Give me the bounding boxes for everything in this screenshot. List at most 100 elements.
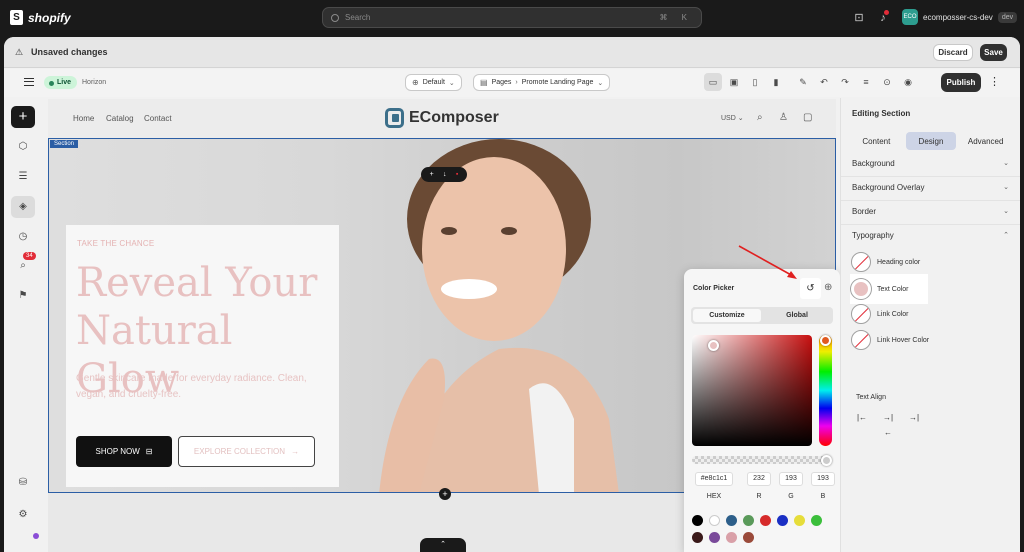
add-color-icon[interactable]: ⊕ bbox=[824, 282, 832, 293]
add-icon[interactable]: + bbox=[430, 171, 434, 178]
link-color-control[interactable]: Link Color bbox=[851, 304, 909, 324]
settings-sliders-icon[interactable]: ≡ bbox=[857, 73, 875, 91]
search-input[interactable]: Search ⌘ K bbox=[322, 7, 702, 28]
storefront-icon[interactable]: ⊡ bbox=[852, 11, 866, 25]
store-avatar: ECO bbox=[902, 9, 918, 25]
color-swatch-0[interactable] bbox=[692, 515, 703, 526]
view-toolgroup: ▭ ▣ ▯ ▮ ✎ ↶ ↷ ≡ ⊙ ◉ bbox=[704, 73, 917, 91]
delete-icon[interactable]: ▪ bbox=[456, 171, 458, 178]
shopify-logo[interactable]: S shopify bbox=[10, 10, 71, 25]
gear-icon[interactable]: ⚙ bbox=[11, 504, 35, 526]
page-select[interactable]: ▤ Pages › Promote Landing Page ⌄ bbox=[473, 74, 611, 91]
heading-color-control[interactable]: Heading color bbox=[851, 252, 920, 272]
hero-subline[interactable]: Gentle skincare made for everyday radian… bbox=[76, 371, 316, 403]
hero-model-image bbox=[379, 139, 619, 492]
unsaved-changes-bar: ⚠ Unsaved changes Discard Save bbox=[4, 37, 1020, 68]
inspect-icon[interactable]: ⊙ bbox=[878, 73, 896, 91]
tab-customize[interactable]: Customize bbox=[693, 309, 761, 322]
hero-eyebrow[interactable]: TAKE THE CHANCE bbox=[77, 239, 154, 248]
sections-icon[interactable]: ☰ bbox=[11, 166, 35, 188]
hero-text-card[interactable]: TAKE THE CHANCE Reveal Your Natural Glow… bbox=[66, 225, 339, 487]
elements-icon[interactable]: ⬡ bbox=[11, 136, 35, 158]
accordion-background-overlay[interactable]: Background Overlay ⌄ bbox=[841, 177, 1020, 201]
desktop-view-icon[interactable]: ▭ bbox=[704, 73, 722, 91]
red-input[interactable]: 232 bbox=[747, 472, 771, 486]
currency-select[interactable]: USD ⌄ bbox=[721, 114, 744, 122]
database-icon[interactable]: ⛁ bbox=[11, 472, 35, 494]
tab-global[interactable]: Global bbox=[763, 309, 831, 322]
hex-input[interactable]: #e8c1c1 bbox=[695, 472, 733, 486]
color-swatch-11[interactable] bbox=[743, 532, 754, 543]
store-switcher[interactable]: ECO ecomposser-cs-dev dev bbox=[902, 9, 1018, 25]
section-tag[interactable]: Section bbox=[50, 140, 79, 148]
text-color-control[interactable]: Text Color bbox=[851, 279, 909, 299]
color-swatch-6[interactable] bbox=[794, 515, 805, 526]
color-swatch-7[interactable] bbox=[811, 515, 822, 526]
undo-icon[interactable]: ↶ bbox=[815, 73, 833, 91]
account-icon[interactable]: ♙ bbox=[779, 112, 788, 123]
layers-icon[interactable]: ◈ bbox=[11, 196, 35, 218]
discard-button[interactable]: Discard bbox=[933, 44, 973, 61]
save-button[interactable]: Save bbox=[980, 44, 1007, 61]
accordion-background[interactable]: Background ⌄ bbox=[841, 153, 1020, 177]
tab-design[interactable]: Design bbox=[905, 132, 957, 150]
move-down-icon[interactable]: ↓ bbox=[443, 171, 447, 178]
mobile-view-icon[interactable]: ▮ bbox=[767, 73, 785, 91]
align-left-icon[interactable]: |← bbox=[853, 410, 871, 425]
notification-badge: 34 bbox=[23, 252, 36, 260]
nav-contact[interactable]: Contact bbox=[144, 114, 172, 123]
add-section-button[interactable]: + bbox=[439, 488, 451, 500]
color-swatch-9[interactable] bbox=[709, 532, 720, 543]
accordion-typography[interactable]: Typography ⌃ bbox=[841, 225, 1020, 249]
color-swatch-10[interactable] bbox=[726, 532, 737, 543]
saturation-value-area[interactable] bbox=[692, 335, 812, 446]
template-select[interactable]: ⊕ Default ⌄ bbox=[405, 74, 462, 91]
color-swatch-empty bbox=[851, 330, 871, 350]
alpha-slider[interactable] bbox=[692, 456, 832, 464]
align-right-icon[interactable]: →| bbox=[905, 410, 923, 425]
history-icon[interactable]: ◷ bbox=[11, 226, 35, 248]
explore-label: EXPLORE COLLECTION bbox=[193, 447, 286, 456]
accordion-border[interactable]: Border ⌄ bbox=[841, 201, 1020, 225]
shop-now-button[interactable]: SHOP NOW ⊟ bbox=[76, 436, 172, 467]
apps-icon[interactable]: ⚑ bbox=[11, 285, 35, 307]
menu-icon[interactable] bbox=[24, 78, 34, 86]
accordion-label: Background Overlay bbox=[852, 183, 925, 192]
tablet-view-icon[interactable]: ▯ bbox=[746, 73, 764, 91]
link-hover-color-control[interactable]: Link Hover Color bbox=[851, 330, 929, 350]
green-input[interactable]: 193 bbox=[779, 472, 803, 486]
redo-icon[interactable]: ↷ bbox=[836, 73, 854, 91]
tab-content[interactable]: Content bbox=[851, 132, 902, 150]
add-element-button[interactable]: + bbox=[11, 106, 35, 128]
tab-advanced[interactable]: Advanced bbox=[960, 132, 1011, 150]
store-logo[interactable]: EComposer bbox=[385, 108, 499, 128]
nav-home[interactable]: Home bbox=[73, 114, 94, 123]
color-swatch-2[interactable] bbox=[726, 515, 737, 526]
color-swatch-1[interactable] bbox=[709, 515, 720, 526]
reset-color-icon[interactable]: ↺ bbox=[800, 278, 821, 299]
align-center-icon[interactable]: →|← bbox=[879, 410, 897, 437]
color-swatch-5[interactable] bbox=[777, 515, 788, 526]
color-swatch-8[interactable] bbox=[692, 532, 703, 543]
magic-wand-icon[interactable]: ✎ bbox=[794, 73, 812, 91]
editor-frame: ⚠ Unsaved changes Discard Save Live Hori… bbox=[4, 37, 1020, 552]
publish-button[interactable]: Publish bbox=[941, 73, 981, 92]
nav-catalog[interactable]: Catalog bbox=[106, 114, 134, 123]
collapse-handle-icon[interactable]: ⌃ bbox=[420, 538, 466, 552]
hue-thumb[interactable] bbox=[820, 335, 831, 346]
more-options-icon[interactable]: ⋮ bbox=[989, 75, 1000, 91]
left-rail: + ⬡ ☰ ◈ ◷ ⌕ 34 ⚑ ⛁ ⚙ bbox=[4, 98, 42, 552]
saturation-thumb[interactable] bbox=[708, 340, 719, 351]
color-swatch-4[interactable] bbox=[760, 515, 771, 526]
large-desktop-view-icon[interactable]: ▣ bbox=[725, 73, 743, 91]
globe-icon: ⊕ bbox=[412, 78, 419, 87]
search-icon[interactable]: ⌕ bbox=[757, 112, 763, 123]
hue-slider[interactable] bbox=[819, 335, 832, 446]
color-swatch-3[interactable] bbox=[743, 515, 754, 526]
currency-label: USD bbox=[721, 115, 736, 122]
cart-icon[interactable]: ▢ bbox=[803, 112, 812, 123]
preview-eye-icon[interactable]: ◉ bbox=[899, 73, 917, 91]
explore-collection-button[interactable]: EXPLORE COLLECTION → bbox=[178, 436, 315, 467]
blue-input[interactable]: 193 bbox=[811, 472, 835, 486]
alpha-thumb[interactable] bbox=[821, 455, 832, 466]
